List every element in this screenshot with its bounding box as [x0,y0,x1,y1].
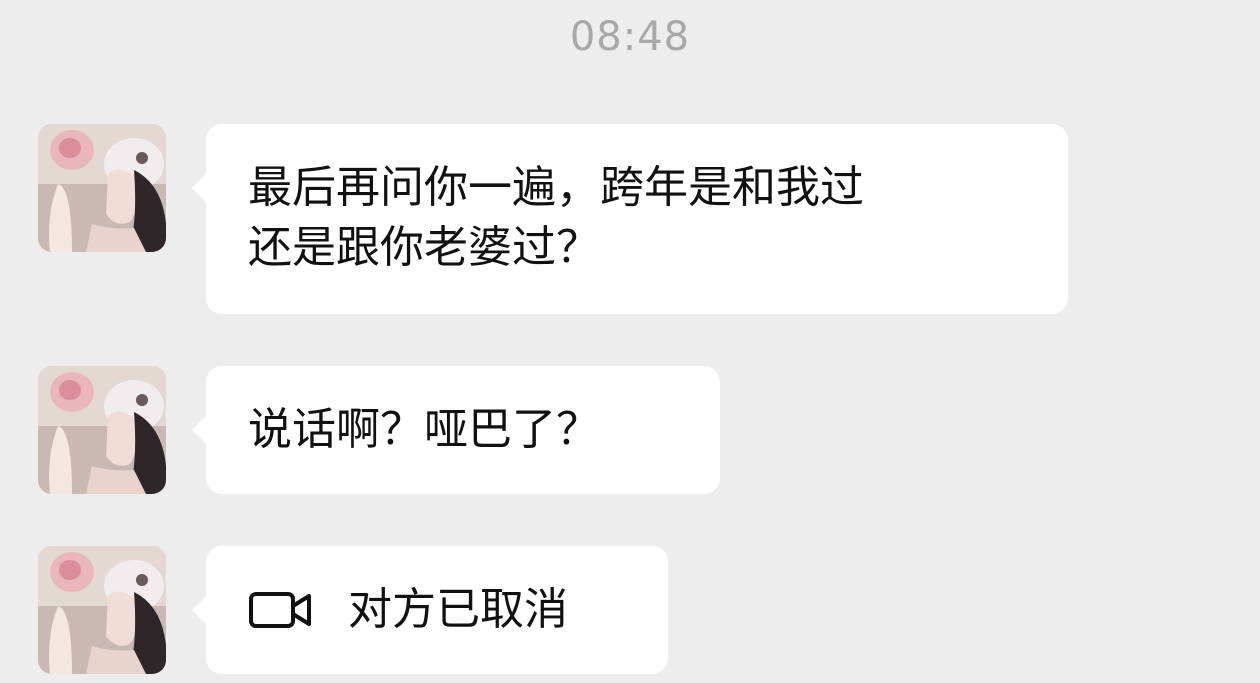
chat-timestamp: 08:48 [569,14,691,60]
avatar[interactable] [38,124,166,252]
avatar[interactable] [38,546,166,674]
message-text: 说话啊？哑巴了？ [248,404,600,455]
avatar-image [38,366,166,494]
message-text: 还是跟你老婆过？ [248,222,600,273]
message-bubble[interactable]: 最后再问你一遍，跨年是和我过 还是跟你老婆过？ [192,124,1068,314]
message-text: 最后再问你一遍，跨年是和我过 [248,162,864,213]
call-status-text: 对方已取消 [348,584,568,635]
video-call-bubble[interactable]: 对方已取消 [192,546,668,674]
avatar[interactable] [38,366,166,494]
avatar-image [38,124,166,252]
video-camera-icon [249,592,311,628]
avatar-image [38,546,166,674]
message-bubble[interactable]: 说话啊？哑巴了？ [192,366,720,494]
